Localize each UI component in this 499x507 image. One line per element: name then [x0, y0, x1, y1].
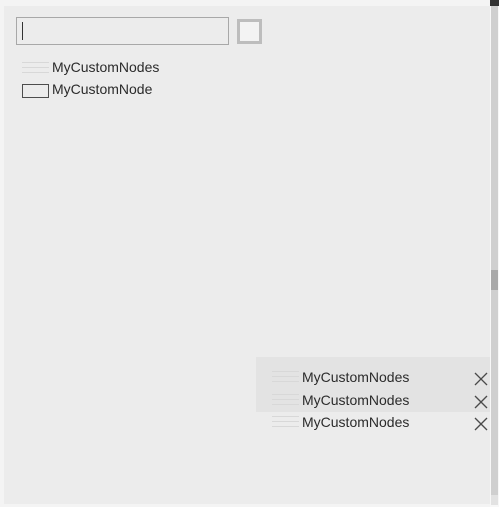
scrollbar-thumb[interactable]	[491, 270, 498, 290]
search-text-field[interactable]	[17, 18, 228, 44]
scrollbar-track[interactable]	[491, 6, 498, 496]
close-icon[interactable]	[473, 416, 489, 432]
lines-icon	[22, 62, 49, 74]
tree-item-label: MyCustomNodes	[52, 59, 160, 75]
list-item[interactable]: MyCustomNodes	[270, 390, 490, 413]
lines-icon	[272, 416, 299, 428]
tree-item-label: MyCustomNode	[52, 81, 153, 97]
text-caret	[22, 22, 23, 40]
search-input[interactable]	[16, 17, 229, 45]
close-icon[interactable]	[473, 394, 489, 410]
lines-icon	[272, 393, 299, 406]
tree-item-node[interactable]: MyCustomNode	[20, 79, 230, 101]
list-item-label: MyCustomNodes	[302, 369, 410, 385]
list-item[interactable]: MyCustomNodes	[270, 412, 490, 435]
tree-item-category[interactable]: MyCustomNodes	[20, 57, 230, 79]
list-item[interactable]: MyCustomNodes	[270, 367, 490, 390]
close-icon[interactable]	[473, 371, 489, 387]
scrollbar-end	[491, 495, 498, 505]
node-tree: MyCustomNodes MyCustomNode	[20, 57, 230, 101]
lines-icon	[272, 371, 299, 383]
node-box-icon	[22, 84, 49, 98]
search-button[interactable]	[237, 19, 262, 44]
list-item-label: MyCustomNodes	[302, 414, 410, 430]
selected-nodes-list: MyCustomNodes MyCustomNodes MyCustomNode…	[270, 367, 490, 435]
list-item-label: MyCustomNodes	[302, 391, 410, 408]
